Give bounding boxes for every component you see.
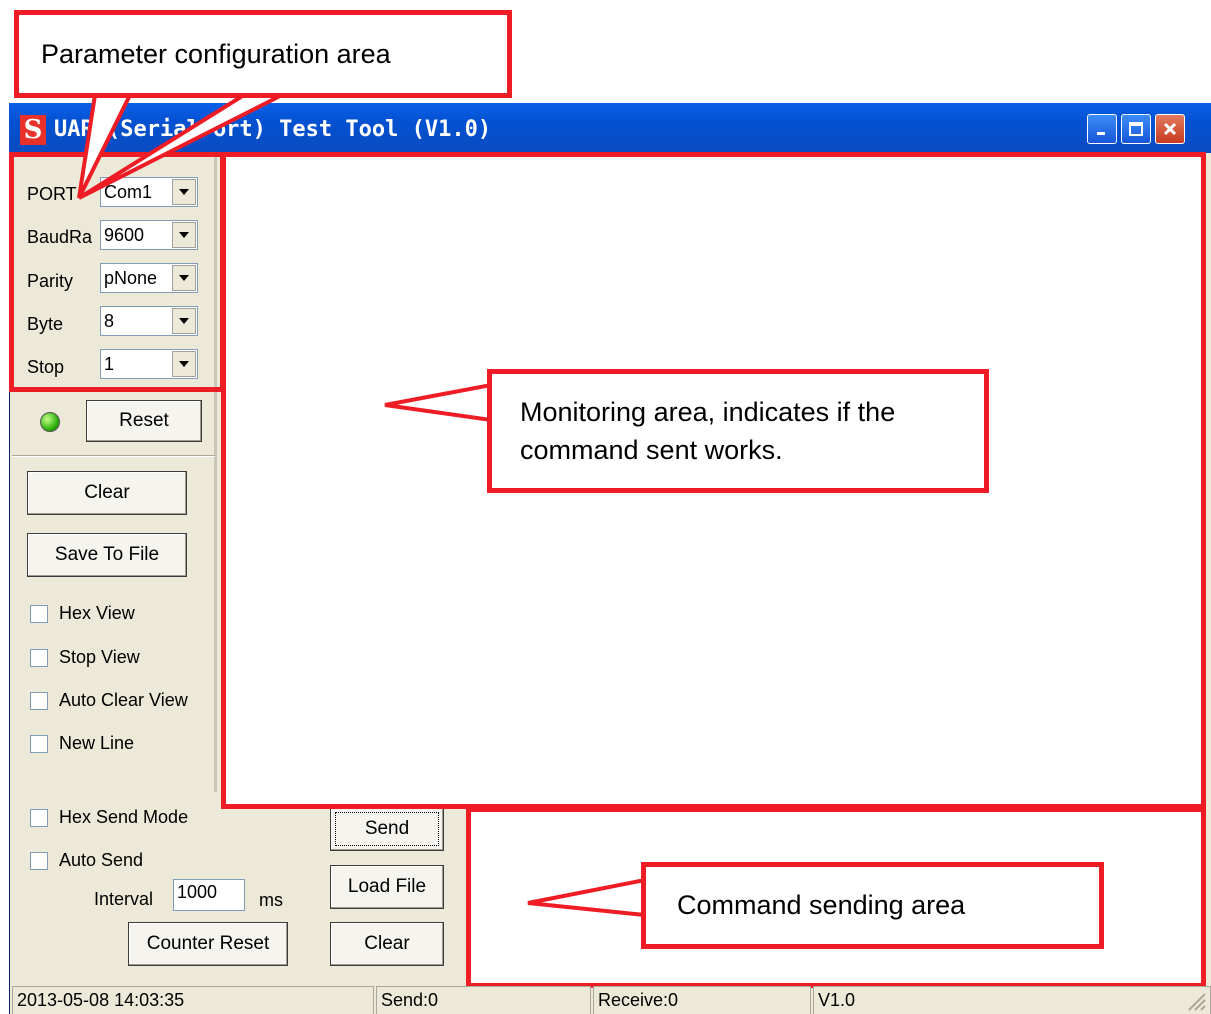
parameter-callout: Parameter configuration area	[14, 10, 512, 98]
monitoring-callout-line2: command sent works.	[520, 435, 783, 465]
monitoring-callout-pointer	[384, 382, 493, 423]
command-callout-pointer	[527, 877, 647, 918]
command-callout-text: Command sending area	[677, 890, 966, 920]
monitoring-callout: Monitoring area, indicates if the comman…	[487, 369, 989, 493]
command-callout: Command sending area	[641, 862, 1104, 949]
parameter-callout-text: Parameter configuration area	[41, 38, 391, 69]
monitoring-callout-line1: Monitoring area, indicates if the	[520, 397, 896, 427]
